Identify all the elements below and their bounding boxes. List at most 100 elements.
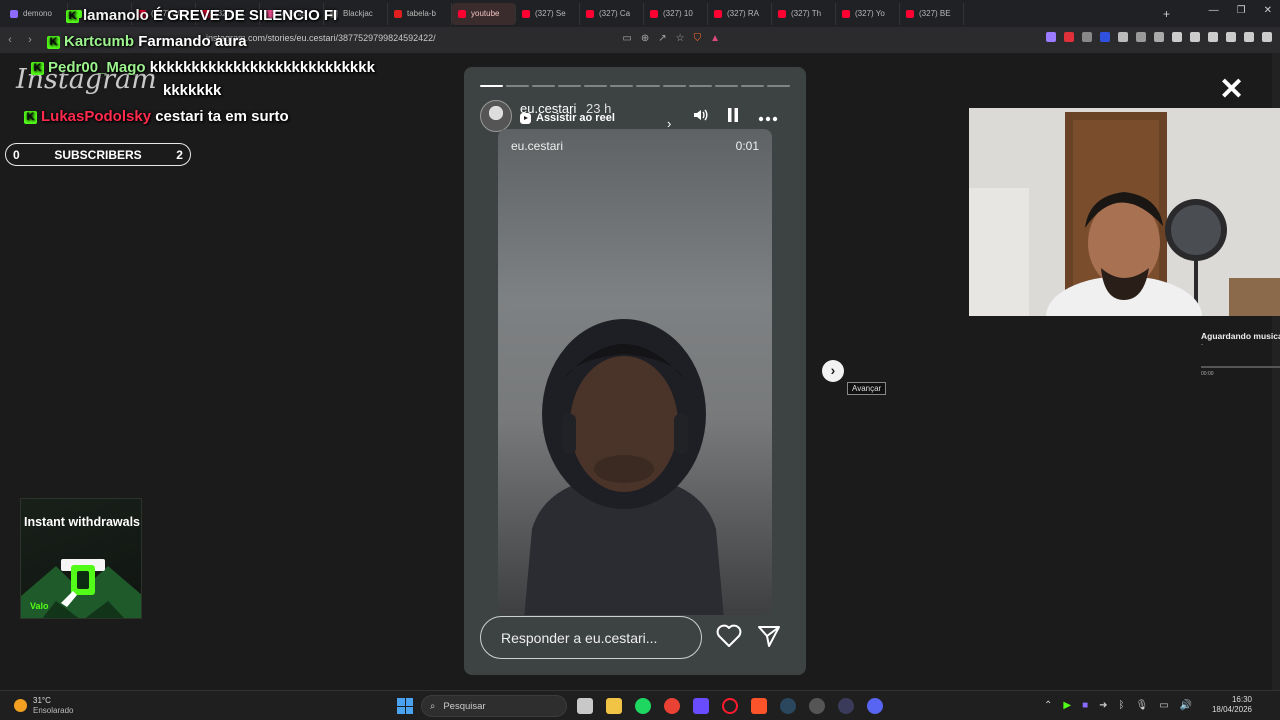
forward-icon[interactable]: ›	[20, 34, 40, 46]
send-icon[interactable]	[757, 624, 781, 653]
story-viewer: eu.cestari 23 h Assistir ao reel › eu.ce…	[464, 67, 806, 675]
rewards-icon[interactable]: ▲	[710, 33, 720, 44]
spotify-icon[interactable]	[635, 698, 651, 714]
pause-icon[interactable]	[726, 107, 740, 128]
bluetooth-icon[interactable]: ᛒ	[1119, 700, 1125, 711]
maximize-button[interactable]: ❐	[1237, 5, 1246, 16]
chrome-icon[interactable]	[664, 698, 680, 714]
browser-tab[interactable]: demono	[4, 2, 68, 25]
chat-text: kkkkkkk	[163, 82, 222, 99]
browser-tab[interactable]: (327) RA	[708, 2, 772, 25]
kick-icon: K	[47, 35, 60, 49]
extension-icon[interactable]	[1100, 32, 1110, 42]
sidebar-icon[interactable]	[1190, 32, 1200, 42]
windows-start-icon[interactable]	[397, 698, 413, 714]
story-progress-segment	[740, 85, 764, 87]
puzzle-icon[interactable]	[1154, 32, 1164, 42]
weather-temp[interactable]: 31°C	[33, 696, 51, 705]
story-progress-segment	[506, 85, 530, 87]
tab-favicon-icon	[394, 9, 402, 18]
taskbar-clock[interactable]: 16:30 18/04/2026	[1208, 695, 1252, 715]
browser-tab[interactable]: (327) Se	[516, 2, 580, 25]
browser-tab[interactable]: (327) Th	[772, 2, 836, 25]
brave-shield-icon[interactable]: ⛉	[694, 33, 702, 44]
back-icon[interactable]: ‹	[0, 34, 20, 46]
next-story-button[interactable]: ›	[822, 360, 844, 382]
ad-banner[interactable]: Instant withdrawals Valo	[20, 498, 142, 619]
share-icon[interactable]: ↗	[658, 33, 666, 44]
browser-tab[interactable]: (327) Ca	[580, 2, 644, 25]
music-title: Aguardando musica	[1201, 331, 1280, 341]
chevron-up-icon[interactable]: ⌃	[1044, 700, 1052, 711]
brave-icon[interactable]	[751, 698, 767, 714]
more-options-icon[interactable]	[758, 109, 778, 127]
speaker-icon[interactable]: 🔊	[1180, 700, 1192, 711]
volume-icon[interactable]	[692, 107, 708, 128]
extension-icon[interactable]	[1082, 32, 1092, 42]
browser-tab[interactable]: (327) 10	[644, 2, 708, 25]
microphone-icon[interactable]: 🎙	[1136, 700, 1149, 711]
browser-tab[interactable]: (327) Yo	[836, 2, 900, 25]
watch-reel-label: Assistir ao reel	[536, 112, 615, 124]
story-progress-bar	[480, 85, 790, 87]
file-explorer-icon[interactable]	[606, 698, 622, 714]
zoom-icon[interactable]: ⊕	[641, 33, 649, 44]
extension-icon[interactable]	[1118, 32, 1128, 42]
chat-message: Klamanolo É GREVE DE SILENCIO FI	[66, 7, 337, 24]
new-tab-button[interactable]: +	[1163, 7, 1170, 21]
browser-tab[interactable]: youtube	[452, 2, 516, 25]
menu-icon[interactable]	[1262, 32, 1272, 42]
extension-icon[interactable]	[1064, 32, 1074, 42]
like-heart-icon[interactable]	[716, 624, 742, 653]
taskbar-search[interactable]: ⌕ Pesquisar	[421, 695, 567, 717]
tray-icon[interactable]: ➜	[1099, 700, 1107, 711]
cast-icon[interactable]: ▭	[622, 33, 631, 44]
browser-tab[interactable]: tabela-b	[388, 2, 452, 25]
app-tray-icon[interactable]: ■	[1082, 700, 1088, 711]
obs-icon[interactable]	[809, 698, 825, 714]
steam-icon[interactable]	[780, 698, 796, 714]
tab-favicon-icon	[458, 9, 466, 18]
clock-date: 18/04/2026	[1211, 705, 1252, 714]
avatar[interactable]	[480, 100, 512, 132]
weather-desc[interactable]: Ensolarado	[33, 706, 73, 715]
task-view-icon[interactable]	[577, 698, 593, 714]
video-timestamp: 0:01	[735, 139, 759, 153]
story-video[interactable]: eu.cestari 0:01	[498, 129, 772, 615]
bookmark-icon[interactable]: ☆	[676, 33, 685, 44]
extension-icon[interactable]	[1046, 32, 1056, 42]
address-bar-icons: ▭ ⊕ ↗ ☆ ⛉ ▲	[622, 33, 720, 44]
weather-sun-icon[interactable]	[14, 699, 27, 712]
network-icon[interactable]: ▭	[1159, 700, 1168, 711]
app-grid-icon[interactable]	[693, 698, 709, 714]
play-icon[interactable]: ▶	[1063, 700, 1071, 711]
tab-label: (327) Th	[791, 9, 822, 18]
story-progress-segment	[480, 85, 504, 87]
tab-label: Blackjac	[343, 9, 373, 18]
tab-label: (327) RA	[727, 9, 760, 18]
leo-ai-icon[interactable]	[1226, 32, 1236, 42]
opera-icon[interactable]	[722, 698, 738, 714]
reply-input[interactable]: Responder a eu.cestari...	[480, 616, 702, 659]
extension-icon[interactable]	[1136, 32, 1146, 42]
window-controls: — ❐ ✕	[1209, 5, 1272, 16]
watch-reel-link[interactable]: Assistir ao reel	[520, 112, 615, 124]
tab-label: (327) BE	[919, 9, 951, 18]
chat-message: kkkkkkk	[163, 82, 221, 99]
wallet-icon[interactable]	[1208, 32, 1218, 42]
close-window-button[interactable]: ✕	[1264, 5, 1272, 16]
discord-icon[interactable]	[867, 698, 883, 714]
browser-tab[interactable]: (327) BE	[900, 2, 964, 25]
video-person-image	[524, 319, 724, 615]
close-story-button[interactable]: ✕	[1219, 75, 1244, 105]
chat-message: K Pedr00_Mago kkkkkkkkkkkkkkkkkkkkkkkkkkk	[31, 59, 375, 76]
music-icon[interactable]	[1172, 32, 1182, 42]
subscribers-right-count: 2	[176, 147, 183, 162]
tab-favicon-icon	[714, 9, 722, 18]
chat-text: kkkkkkkkkkkkkkkkkkkkkkkkkkk	[149, 59, 375, 76]
minimize-button[interactable]: —	[1209, 5, 1219, 16]
app-icon[interactable]	[838, 698, 854, 714]
vpn-icon[interactable]	[1244, 32, 1254, 42]
music-artist: -	[1201, 342, 1203, 348]
webcam-image	[969, 108, 1280, 316]
